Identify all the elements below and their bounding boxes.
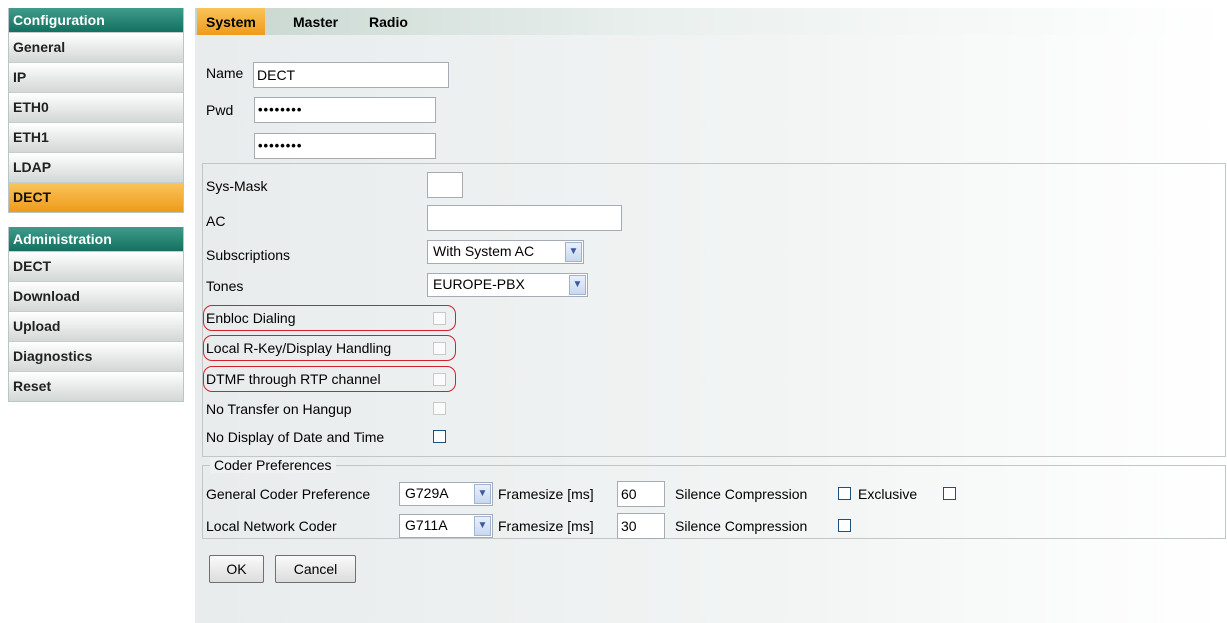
tones-value: EUROPE-PBX [433,276,525,292]
chevron-down-icon: ▼ [569,275,586,295]
tab-system[interactable]: System [197,8,265,35]
administration-menu-title: Administration [9,227,183,251]
tab-bar: System Master Radio [195,8,1227,35]
exclusive-checkbox[interactable] [943,487,956,500]
password-input[interactable]: •••••••• [254,97,436,123]
name-label: Name [206,65,244,81]
password-confirm-input[interactable]: •••••••• [254,133,436,159]
local-rkey-checkbox[interactable] [433,342,446,355]
sidebar-item-reset[interactable]: Reset [9,371,183,401]
no-display-date-time-checkbox[interactable] [433,430,446,443]
tones-select[interactable]: EUROPE-PBX ▼ [427,273,588,297]
sidebar-item-ldap[interactable]: LDAP [9,152,183,182]
ok-button[interactable]: OK [209,555,264,583]
local-silence-compression-checkbox[interactable] [838,519,851,532]
tab-master[interactable]: Master [293,8,338,35]
local-network-coder-value: G711A [405,517,448,533]
sys-mask-label: Sys-Mask [206,178,268,194]
exclusive-label: Exclusive [858,486,918,502]
general-framesize-input[interactable]: 60 [617,481,665,507]
dtmf-rtp-label: DTMF through RTP channel [206,371,381,387]
ac-input[interactable] [427,205,622,231]
coder-preferences-legend: Coder Preferences [210,457,336,473]
general-silence-compression-label: Silence Compression [675,486,808,502]
no-transfer-checkbox[interactable] [433,402,446,415]
chevron-down-icon: ▼ [474,484,491,504]
enbloc-dialing-checkbox[interactable] [433,312,446,325]
content-panel: Name DECT Pwd •••••••• •••••••• Sys-Mask… [195,35,1227,623]
sys-mask-input[interactable] [427,172,463,198]
dtmf-rtp-checkbox[interactable] [433,373,446,386]
local-network-coder-select[interactable]: G711A ▼ [399,514,493,538]
subscriptions-value: With System AC [433,243,535,259]
chevron-down-icon: ▼ [474,516,491,536]
local-silence-compression-label: Silence Compression [675,518,808,534]
sidebar-item-upload[interactable]: Upload [9,311,183,341]
chevron-down-icon: ▼ [565,242,582,262]
local-framesize-input[interactable]: 30 [617,513,665,539]
no-transfer-label: No Transfer on Hangup [206,401,352,417]
sidebar-item-general[interactable]: General [9,32,183,62]
sidebar-item-eth0[interactable]: ETH0 [9,92,183,122]
subscriptions-select[interactable]: With System AC ▼ [427,240,584,264]
subscriptions-label: Subscriptions [206,247,291,263]
configuration-menu: Configuration General IP ETH0 ETH1 LDAP … [8,8,184,213]
administration-menu: Administration DECT Download Upload Diag… [8,227,184,402]
sidebar-item-dect-config[interactable]: DECT [9,182,183,212]
enbloc-dialing-label: Enbloc Dialing [206,310,296,326]
ac-label: AC [206,213,226,229]
local-framesize-label: Framesize [ms] [498,518,594,534]
tab-radio[interactable]: Radio [369,8,408,35]
no-display-date-time-label: No Display of Date and Time [206,429,385,445]
sidebar-item-dect-admin[interactable]: DECT [9,251,183,281]
name-input[interactable]: DECT [253,62,449,88]
general-silence-compression-checkbox[interactable] [838,487,851,500]
general-coder-select[interactable]: G729A ▼ [399,482,493,506]
local-rkey-label: Local R-Key/Display Handling [206,340,392,356]
cancel-button[interactable]: Cancel [275,555,356,583]
sidebar-item-eth1[interactable]: ETH1 [9,122,183,152]
local-network-coder-label: Local Network Coder [206,518,337,534]
sidebar-item-download[interactable]: Download [9,281,183,311]
tones-label: Tones [206,278,244,294]
pwd-label: Pwd [206,102,234,118]
general-framesize-label: Framesize [ms] [498,486,594,502]
general-coder-label: General Coder Preference [206,486,371,502]
sidebar-item-diagnostics[interactable]: Diagnostics [9,341,183,371]
sidebar-item-ip[interactable]: IP [9,62,183,92]
configuration-menu-title: Configuration [9,8,183,32]
general-coder-value: G729A [405,485,449,501]
